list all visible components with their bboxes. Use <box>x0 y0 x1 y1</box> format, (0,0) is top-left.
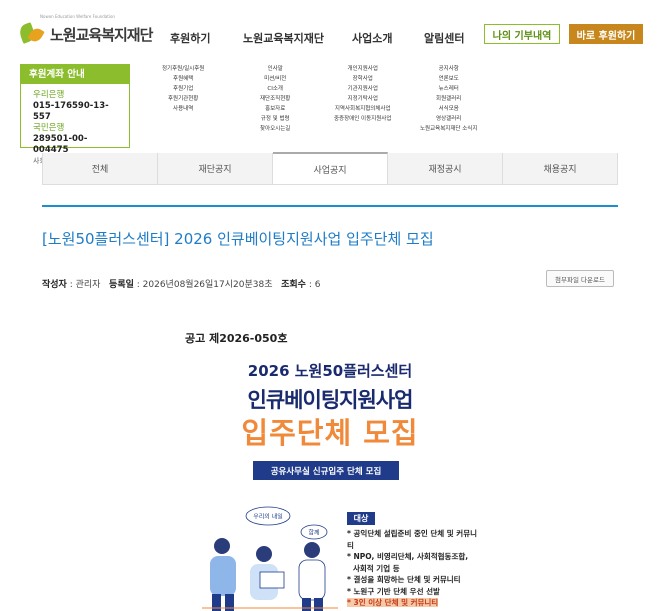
submenu-item[interactable]: 서식모음 <box>420 104 477 114</box>
bank2-name: 국민은행 <box>33 123 65 133</box>
logo-text: 노원교육복지재단 <box>50 25 153 44</box>
author-label: 작성자 <box>42 280 67 290</box>
attachment-download-button[interactable]: 첨부파일 다운로드 <box>546 270 614 287</box>
date-value: 2026년08월26일17시20분38초 <box>142 280 273 290</box>
title-divider <box>42 205 618 207</box>
author-value: 관리자 <box>75 280 101 290</box>
submenu-foundation: 인사말 미션/비전 CI소개 재단조직현황 홍보자료 규정 및 법령 찾아오시는… <box>260 64 290 134</box>
tab-foundation-notice[interactable]: 재단공지 <box>158 153 273 184</box>
donation-account-title: 후원계좌 안내 <box>21 65 129 84</box>
my-donation-history-button[interactable]: 나의 기부내역 <box>484 24 560 44</box>
nav-support[interactable]: 후원하기 <box>170 30 210 46</box>
target-item: * NPO, 비영리단체, 사회적협동조합, <box>347 552 469 561</box>
logo-leaf-icon <box>17 22 46 46</box>
submenu-item[interactable]: 중증장애인 이동지원사업 <box>334 114 391 124</box>
donation-account-box: 후원계좌 안내 우리은행 015-176590-13-557 국민은행 2895… <box>20 64 130 165</box>
site-logo[interactable]: 노원교육복지재단 <box>17 22 153 46</box>
submenu-item[interactable]: 후원기관현황 <box>162 94 204 104</box>
submenu-item[interactable]: 인사말 <box>260 64 290 74</box>
submenu-item[interactable]: 영상갤러리 <box>420 114 477 124</box>
post-meta: 작성자 : 관리자 등록일 : 2026년08월26일17시20분38초 조회수… <box>42 280 321 290</box>
views-value: 6 <box>314 280 321 290</box>
submenu-item[interactable]: 미션/비전 <box>260 74 290 84</box>
logo-subtitle: Nowon Education Welfare Foundation <box>40 14 115 19</box>
target-item-highlight: * 3인 이상 단체 및 커뮤니티 <box>347 598 439 607</box>
submenu-item[interactable]: 후원혜택 <box>162 74 204 84</box>
submenu-item[interactable]: 찾아오시는길 <box>260 124 290 134</box>
submenu-item[interactable]: 언론보도 <box>420 74 477 84</box>
target-item: * 노원구 기반 단체 우선 선발 <box>347 586 440 596</box>
target-item: * 공익단체 설립준비 중인 단체 및 커뮤니티 <box>347 529 477 550</box>
nav-notice-center[interactable]: 알림센터 <box>424 30 464 46</box>
submenu-item[interactable]: 뉴스레터 <box>420 84 477 94</box>
bank1-account: 015-176590-13-557 <box>33 101 109 122</box>
submenu-item[interactable]: 노원교육복지재단 소식지 <box>420 124 477 134</box>
bank1-name: 우리은행 <box>33 90 65 100</box>
speech-bubble-1: 우리의 내일 <box>253 513 283 521</box>
nav-foundation[interactable]: 노원교육복지재단 <box>243 30 324 46</box>
poster-target-tag: 대상 <box>347 512 375 525</box>
submenu-notice: 공지사항 언론보도 뉴스레터 회원갤러리 서식모음 영상갤러리 노원교육복지재단… <box>420 64 477 134</box>
submenu-item[interactable]: 사용내역 <box>162 104 204 114</box>
submenu-item[interactable]: CI소개 <box>260 84 290 94</box>
tab-business-notice[interactable]: 사업공지 <box>273 152 388 184</box>
poster-image: 공고 제2026-050호 2026 노원50플러스센터 인큐베이팅지원사업 입… <box>180 322 480 611</box>
tab-finance-disclosure[interactable]: 재정공시 <box>388 153 503 184</box>
target-item: * 3인 이상 단체 및 커뮤니티 <box>347 597 480 609</box>
donate-now-button[interactable]: 바로 후원하기 <box>569 24 643 44</box>
submenu-item[interactable]: 공지사항 <box>420 64 477 74</box>
submenu-item[interactable]: 후원기업 <box>162 84 204 94</box>
submenu-business: 개인지원사업 장학사업 기관지원사업 지정기탁사업 지역사회복지협의체사업 중증… <box>334 64 391 124</box>
target-item: 사회적 기업 등 <box>353 563 400 573</box>
target-item: * 결성을 희망하는 단체 및 커뮤니티 <box>347 575 461 584</box>
submenu-support: 정기후원/일시후원 후원혜택 후원기업 후원기관현황 사용내역 <box>162 64 204 114</box>
poster-notice-number: 공고 제2026-050호 <box>185 332 288 345</box>
views-label: 조회수 <box>281 280 306 290</box>
submenu-item[interactable]: 지역사회복지협의체사업 <box>334 104 391 114</box>
submenu-item[interactable]: 재단조직현황 <box>260 94 290 104</box>
date-label: 등록일 <box>109 280 134 290</box>
submenu-item[interactable]: 개인지원사업 <box>334 64 391 74</box>
submenu-item[interactable]: 홍보자료 <box>260 104 290 114</box>
submenu-item[interactable]: 기관지원사업 <box>334 84 391 94</box>
submenu-item[interactable]: 장학사업 <box>334 74 391 84</box>
poster-badge: 공유사무실 신규입주 단체 모집 <box>253 461 399 480</box>
post-title: [노원50플러스센터] 2026 인큐베이팅지원사업 입주단체 모집 <box>42 230 434 248</box>
people-illustration-icon: 우리의 내일 함께 <box>202 506 338 611</box>
submenu-item[interactable]: 규정 및 법령 <box>260 114 290 124</box>
tab-recruitment[interactable]: 채용공지 <box>503 153 617 184</box>
speech-bubble-2: 함께 <box>308 529 319 537</box>
board-tabs: 전체 재단공지 사업공지 재정공시 채용공지 <box>42 152 618 185</box>
nav-business[interactable]: 사업소개 <box>352 30 392 46</box>
poster-heading-1: 2026 노원50플러스센터 <box>247 362 413 380</box>
poster-heading-3: 입주단체 모집 <box>241 416 419 450</box>
submenu-item[interactable]: 지정기탁사업 <box>334 94 391 104</box>
submenu-item[interactable]: 정기후원/일시후원 <box>162 64 204 74</box>
submenu-item[interactable]: 회원갤러리 <box>420 94 477 104</box>
tab-all[interactable]: 전체 <box>43 153 158 184</box>
poster-target-list: * 공익단체 설립준비 중인 단체 및 커뮤니티 * NPO, 비영리단체, 사… <box>347 528 480 609</box>
